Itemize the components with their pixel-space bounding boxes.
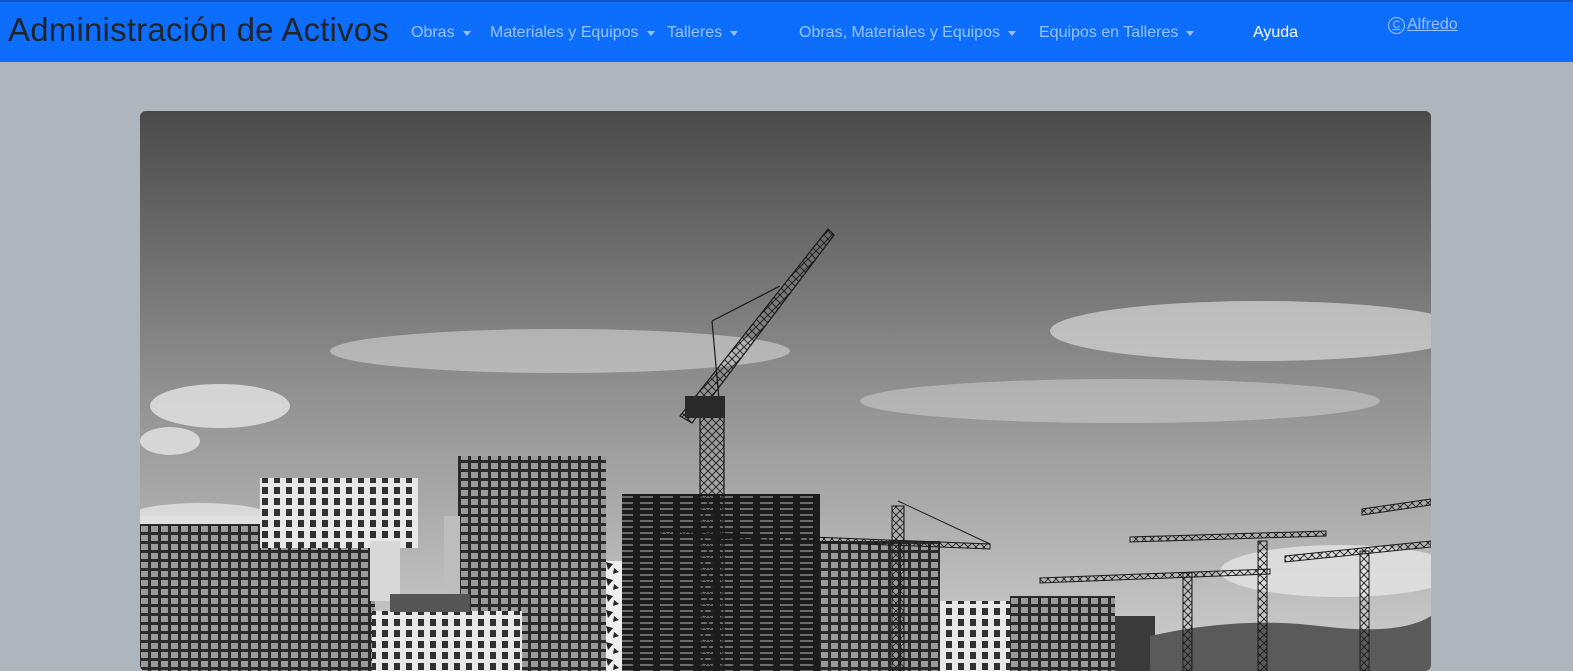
caret-down-icon [462,31,471,36]
user-name: Alfredo [1407,16,1458,33]
construction-skyline-image [140,111,1431,671]
nav-label: Talleres [667,24,723,41]
nav-label: Obras [411,24,455,41]
caret-down-icon [1007,31,1016,36]
top-navbar: Administración de Activos Obras Material… [0,0,1573,62]
caret-down-icon [1186,31,1195,36]
nav-dropdown-talleres[interactable]: Talleres [667,24,739,42]
nav-dropdown-materiales-equipos[interactable]: Materiales y Equipos [490,24,655,42]
user-link[interactable]: C Alfredo [1388,16,1458,34]
nav-label: Materiales y Equipos [490,24,639,41]
nav-label: Equipos en Talleres [1039,24,1179,41]
nav-label: Obras, Materiales y Equipos [799,24,1000,41]
hero-image [140,111,1431,671]
nav-dropdown-obras-materiales-equipos[interactable]: Obras, Materiales y Equipos [799,24,1016,42]
brand-title[interactable]: Administración de Activos [8,11,389,49]
caret-down-icon [730,31,739,36]
nav-dropdown-obras[interactable]: Obras [411,24,471,42]
copyright-icon: C [1388,16,1405,34]
nav-dropdown-equipos-talleres[interactable]: Equipos en Talleres [1039,24,1195,42]
caret-down-icon [646,31,655,36]
nav-link-ayuda[interactable]: Ayuda [1253,24,1298,42]
